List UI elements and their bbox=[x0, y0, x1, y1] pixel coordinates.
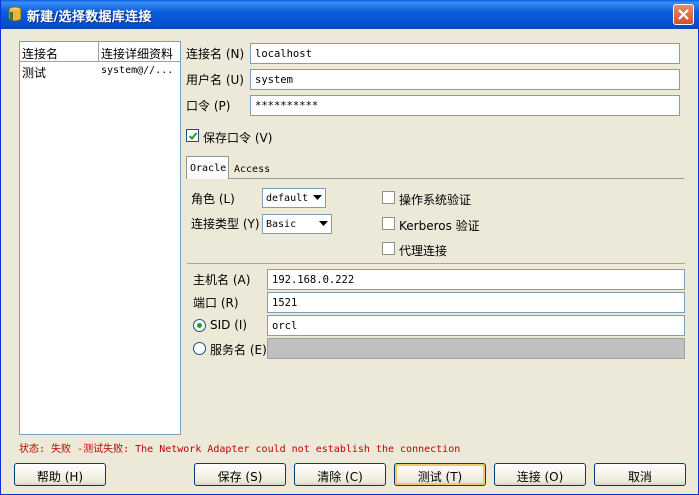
hostname-field[interactable]: 192.168.0.222 bbox=[267, 269, 685, 290]
password-label: 口令 (P) bbox=[186, 99, 231, 113]
role-select[interactable]: default bbox=[262, 188, 326, 208]
connection-dialog: 新建/选择数据库连接 连接名 连接详细资料 测试 system@//... 连接… bbox=[0, 0, 699, 495]
proxy-connection-checkbox[interactable] bbox=[382, 242, 395, 255]
chevron-down-icon bbox=[319, 221, 328, 226]
connection-row[interactable]: 测试 system@//... bbox=[20, 63, 180, 80]
tab-oracle[interactable]: Oracle bbox=[186, 156, 229, 179]
connection-row-detail: system@//... bbox=[101, 65, 174, 76]
connection-type-value: Basic bbox=[266, 219, 297, 230]
chevron-down-icon bbox=[313, 195, 322, 200]
check-icon bbox=[188, 132, 198, 140]
port-field[interactable]: 1521 bbox=[267, 292, 685, 313]
close-button[interactable] bbox=[673, 4, 694, 25]
title-bar[interactable]: 新建/选择数据库连接 bbox=[1, 0, 699, 29]
kerberos-auth-checkbox[interactable] bbox=[382, 217, 395, 230]
password-field[interactable]: ********** bbox=[250, 95, 680, 116]
window-title: 新建/选择数据库连接 bbox=[27, 10, 152, 25]
connection-name-label: 连接名 (N) bbox=[186, 47, 245, 61]
connection-list[interactable]: 连接名 连接详细资料 测试 system@//... bbox=[19, 41, 181, 435]
section-divider bbox=[187, 263, 685, 264]
connection-row-name: 测试 bbox=[22, 66, 47, 80]
role-label: 角色 (L) bbox=[191, 192, 235, 206]
service-name-label[interactable]: 服务名 (E) bbox=[210, 341, 267, 358]
os-auth-checkbox[interactable] bbox=[382, 191, 395, 204]
connection-name-field[interactable]: localhost bbox=[250, 43, 680, 64]
cancel-button[interactable]: 取消 bbox=[594, 463, 686, 486]
tab-access[interactable]: Access bbox=[230, 159, 274, 179]
sid-field[interactable]: orcl bbox=[267, 315, 685, 336]
role-value: default bbox=[266, 193, 309, 204]
connection-type-label: 连接类型 (Y) bbox=[191, 217, 260, 231]
port-label: 端口 (R) bbox=[193, 296, 239, 310]
save-password-label[interactable]: 保存口令 (V) bbox=[203, 129, 272, 146]
service-name-radio[interactable] bbox=[193, 342, 206, 355]
db-type-tabs: Oracle Access bbox=[186, 156, 686, 180]
column-header-detail[interactable]: 连接详细资料 bbox=[101, 45, 173, 62]
save-password-checkbox[interactable] bbox=[186, 129, 199, 142]
save-button[interactable]: 保存 (S) bbox=[194, 463, 286, 486]
radio-selected-dot bbox=[197, 323, 202, 328]
sid-label[interactable]: SID (I) bbox=[210, 318, 247, 332]
connect-button[interactable]: 连接 (O) bbox=[494, 463, 586, 486]
hostname-label: 主机名 (A) bbox=[193, 273, 251, 287]
database-icon bbox=[8, 6, 22, 22]
tab-divider bbox=[229, 178, 684, 179]
column-separator[interactable] bbox=[98, 42, 99, 62]
os-auth-label[interactable]: 操作系统验证 bbox=[399, 191, 471, 208]
proxy-connection-label[interactable]: 代理连接 bbox=[399, 242, 447, 259]
sid-radio[interactable] bbox=[193, 319, 206, 332]
status-message: 状态: 失败 -测试失败: The Network Adapter could … bbox=[19, 444, 461, 455]
connection-type-select[interactable]: Basic bbox=[262, 214, 332, 234]
column-header-name[interactable]: 连接名 bbox=[22, 45, 58, 62]
username-field[interactable]: system bbox=[250, 69, 680, 90]
test-button[interactable]: 测试 (T) bbox=[394, 463, 486, 486]
username-label: 用户名 (U) bbox=[186, 73, 244, 87]
kerberos-auth-label[interactable]: Kerberos 验证 bbox=[399, 217, 480, 234]
connection-list-header: 连接名 连接详细资料 bbox=[20, 42, 180, 62]
clear-button[interactable]: 清除 (C) bbox=[294, 463, 386, 486]
help-button[interactable]: 帮助 (H) bbox=[14, 463, 106, 486]
close-icon bbox=[678, 9, 689, 20]
service-name-field bbox=[267, 338, 685, 359]
